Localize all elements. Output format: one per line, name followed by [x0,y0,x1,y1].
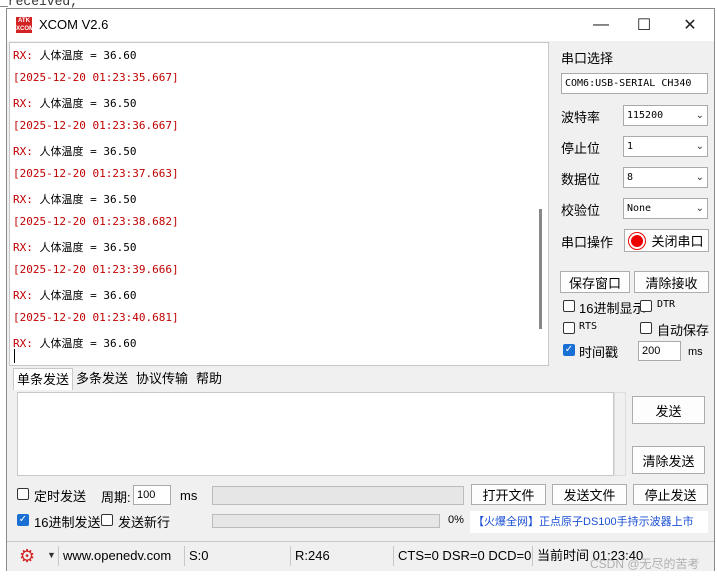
atk-logo-icon: ATK XCOM [16,17,34,33]
log-rx-line: RX: 人体温度 = 36.50 [13,241,137,254]
tab-protocol[interactable]: 协议传输 [133,368,191,390]
hex-display-checkbox[interactable] [563,300,575,312]
log-rx-line: RX: 人体温度 = 36.60 [13,49,137,62]
baud-label: 波特率 [561,110,601,125]
xcom-window: ATK XCOM XCOM V2.6 — ☐ ✕ RX: 人体温度 = 36.60… [6,8,715,571]
hex-send-checkbox[interactable]: ✓ [17,514,29,526]
dtr-label: DTR [657,299,676,310]
website-link[interactable]: www.openedv.com [58,546,171,566]
log-timestamp: [2025-12-20 01:23:36.667] [13,119,179,132]
save-window-button[interactable]: 保存窗口 [560,271,630,293]
dropdown-arrow-icon[interactable]: ▼ [47,550,56,560]
stopbits-select[interactable]: 1 ⌄ [623,136,708,157]
tab-single-send[interactable]: 单条发送 [13,368,74,390]
receive-area[interactable]: RX: 人体温度 = 36.60 [2025-12-20 01:23:35.667… [9,42,549,366]
operation-label: 串口操作 [561,235,614,250]
maximize-button[interactable]: ☐ [621,9,667,41]
timestamp-label: 时间戳 [579,345,619,360]
open-file-button[interactable]: 打开文件 [471,484,546,505]
send-scrollbar[interactable] [614,392,626,476]
dtr-checkbox[interactable] [640,300,652,312]
log-timestamp: [2025-12-20 01:23:37.663] [13,167,179,180]
rts-label: RTS [579,321,598,332]
stopbits-label: 停止位 [561,141,601,156]
send-file-button[interactable]: 发送文件 [552,484,627,505]
rts-checkbox[interactable] [563,322,575,334]
chevron-down-icon: ⌄ [695,141,704,152]
gear-icon[interactable]: ⚙ [19,547,39,567]
timed-send-checkbox[interactable] [17,488,29,500]
minimize-button[interactable]: — [578,9,624,41]
signal-status: CTS=0 DSR=0 DCD=0 [393,546,531,566]
port-select[interactable]: COM6:USB-SERIAL CH340 [561,73,708,94]
close-port-button[interactable]: 关闭串口 [624,229,709,252]
send-input[interactable] [17,392,614,476]
log-timestamp: [2025-12-20 01:23:39.666] [13,263,179,276]
timestamp-ms-label: ms [688,346,703,358]
send-progress-bar [212,514,440,528]
send-newline-label: 发送新行 [118,515,171,530]
receive-scrollbar[interactable] [539,209,542,329]
sent-count: S:0 [184,546,289,566]
log-timestamp: [2025-12-20 01:23:35.667] [13,71,179,84]
port-status-icon [629,232,646,249]
log-timestamp: [2025-12-20 01:23:38.682] [13,215,179,228]
send-file-bar [212,486,464,505]
watermark: CSDN @无尽的苦考 [590,557,700,571]
tab-bar: 单条发送 多条发送 协议传输 帮助 [9,368,549,390]
send-newline-checkbox[interactable] [101,514,113,526]
text-caret [14,349,15,363]
databits-label: 数据位 [561,172,601,187]
log-timestamp: [2025-12-20 01:23:40.681] [13,311,179,324]
timestamp-interval-input[interactable]: 200 [638,341,681,361]
auto-save-checkbox[interactable] [640,322,652,334]
log-rx-line: RX: 人体温度 = 36.50 [13,97,137,110]
close-port-label: 关闭串口 [651,234,704,249]
close-button[interactable]: ✕ [667,9,713,41]
parity-label: 校验位 [561,203,601,218]
received-count: R:246 [290,546,395,566]
hex-display-label: 16进制显示 [579,301,646,316]
period-label: 周期: [101,490,131,505]
log-rx-line: RX: 人体温度 = 36.60 [13,337,137,350]
period-input[interactable]: 100 [133,485,171,505]
hex-send-label: 16进制发送 [34,515,101,530]
stop-send-button[interactable]: 停止发送 [633,484,708,505]
progress-percent: 0% [448,514,464,526]
timestamp-checkbox[interactable]: ✓ [563,344,575,356]
title-bar: ATK XCOM XCOM V2.6 — ☐ ✕ [7,9,714,41]
send-button[interactable]: 发送 [632,396,705,424]
log-rx-line: RX: 人体温度 = 36.50 [13,145,137,158]
parity-select[interactable]: None ⌄ [623,198,708,219]
port-select-label: 串口选择 [561,51,614,66]
auto-save-label: 自动保存 [657,323,710,338]
tab-multi-send[interactable]: 多条发送 [73,368,131,390]
log-rx-line: RX: 人体温度 = 36.60 [13,289,137,302]
log-rx-line: RX: 人体温度 = 36.50 [13,193,137,206]
baud-select[interactable]: 115200 ⌄ [623,105,708,126]
period-ms-label: ms [180,488,198,503]
tab-help[interactable]: 帮助 [193,368,225,390]
window-title: XCOM V2.6 [39,17,109,32]
clear-receive-button[interactable]: 清除接收 [634,271,709,293]
ad-banner-link[interactable]: 【火爆全网】正点原子DS100手持示波器上市 [470,511,708,533]
timed-send-label: 定时发送 [34,489,87,504]
chevron-down-icon: ⌄ [695,110,704,121]
chevron-down-icon: ⌄ [695,172,704,183]
chevron-down-icon: ⌄ [695,203,704,214]
clear-send-button[interactable]: 清除发送 [632,446,705,474]
databits-select[interactable]: 8 ⌄ [623,167,708,188]
